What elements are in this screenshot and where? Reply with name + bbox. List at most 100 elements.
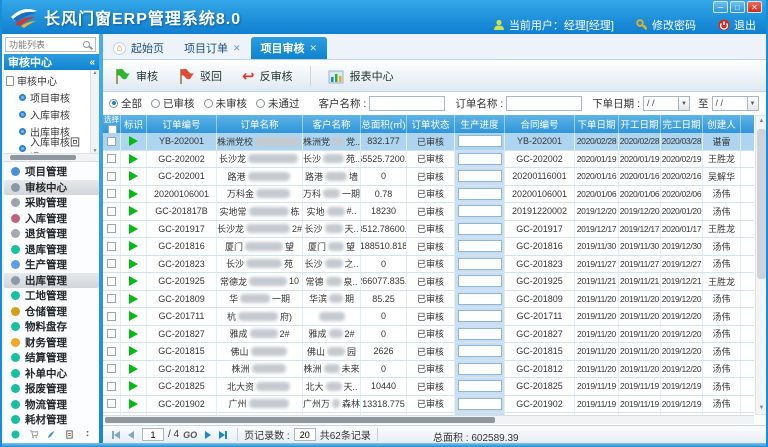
order-date-to-input[interactable]: / / [712,96,748,111]
row-checkbox[interactable] [107,189,116,198]
table-row[interactable]: GC-201809 华一期 华滨期 85.25 已审核 GC-201809 20… [103,291,754,309]
row-checkbox[interactable] [107,137,116,146]
tree-horizontal-scrollbar[interactable] [4,153,99,161]
row-checkbox[interactable] [107,224,116,233]
sidebar-item-财务管理[interactable]: 财务管理 [4,335,99,351]
column-header-标识[interactable]: 标识 [121,115,147,133]
unapprove-button[interactable]: ↩ 反审核 [239,65,296,87]
reject-button[interactable]: 驳回 [175,66,225,87]
tab-项目审核[interactable]: ⌂ 项目审核 ✕ [251,37,328,59]
table-row[interactable]: GC-201917 长沙龙2# 长沙天.. 8512.78600.. 已审核 G… [103,221,754,239]
order-name-input[interactable] [506,96,582,111]
calendar-dropdown-icon[interactable]: ▼ [748,96,759,111]
table-row[interactable]: YB-202001 株洲党校 株洲党党.. 832.177 已审核 YB-202… [103,133,754,151]
sidebar-item-补单中心[interactable]: 补单中心 [4,366,99,382]
change-password-button[interactable]: 修改密码 [636,17,696,33]
customer-name-input[interactable] [369,96,445,111]
sidebar-item-入库管理[interactable]: 入库管理 [4,211,99,227]
scrollbar-thumb[interactable] [757,129,766,279]
row-checkbox[interactable] [107,329,116,338]
row-checkbox[interactable] [107,312,116,321]
table-row[interactable]: GC-201825 北大资 北大天.. 10440 已审核 GC-201825 … [103,378,754,396]
table-row[interactable]: GC-202001 路港 路港墙 0 已审核 20200116001 2020/… [103,168,754,186]
page-size-input[interactable] [294,428,316,441]
tree-vertical-scrollbar[interactable]: ▲▼ [90,70,99,154]
column-header-订单编号[interactable]: 订单编号 [147,115,217,133]
table-row[interactable]: GC-201816 厦门望 厦门望 188510.818 已审核 GC-2018… [103,238,754,256]
column-header-生产进度[interactable]: 生产进度 [455,115,505,133]
row-checkbox[interactable] [107,207,116,216]
first-page-button[interactable] [112,431,120,439]
table-row[interactable]: GC-201823 长沙苑 长沙之.. 0 已审核 GC-201823 2019… [103,256,754,274]
sidebar-item-退库管理[interactable]: 退库管理 [4,242,99,258]
row-checkbox[interactable] [107,277,116,286]
table-row[interactable]: GC-201812 株洲 株洲未来 0 已审核 GC-201812 2019/1… [103,361,754,379]
calendar-dropdown-icon[interactable]: ▼ [679,96,690,111]
column-header-客户名称[interactable]: 客户名称 [303,115,361,133]
sidebar-item-结算管理[interactable]: 结算管理 [4,350,99,366]
sidebar-item-退货管理[interactable]: 退货管理 [4,226,99,242]
function-search-input[interactable] [6,40,83,50]
brush-icon[interactable] [47,430,56,439]
table-row[interactable]: GC-201817B 实地常栋 实地#.. 18230 已审核 20191220… [103,203,754,221]
table-row[interactable]: GC-201815 佛山 佛山园 2626 已审核 GC-201815 2019… [103,343,754,361]
row-checkbox[interactable] [107,399,116,408]
close-button[interactable]: ✕ [747,1,762,13]
sidebar-item-耗材管理[interactable]: 耗材管理 [4,412,99,428]
more-icon[interactable] [83,430,92,439]
select-all-checkbox[interactable] [108,125,117,133]
radio-已审核[interactable]: 已审核 [151,96,195,111]
order-date-from-input[interactable]: / / [643,96,679,111]
table-row[interactable]: GC-201711 杭府) 0 已审核 GC-201711 2019/11/20… [103,308,754,326]
column-header-选择[interactable]: 选择 [103,115,121,133]
circle-icon[interactable] [11,430,20,439]
column-header-合同编号[interactable]: 合同编号 [505,115,575,133]
column-header-下单日期[interactable]: 下单日期 [575,115,619,133]
radio-未审核[interactable]: 未审核 [204,96,248,111]
radio-全部[interactable]: 全部 [109,96,142,111]
row-checkbox[interactable] [107,364,116,373]
scroll-down-icon[interactable]: ▼ [756,403,767,414]
sidebar-item-物流管理[interactable]: 物流管理 [4,397,99,413]
radio-未通过[interactable]: 未通过 [256,96,300,111]
report-center-button[interactable]: 报表中心 [325,66,397,87]
tree-node[interactable]: 项目审核 [6,89,89,106]
sidebar-item-报废管理[interactable]: 报废管理 [4,381,99,397]
column-header-创建人[interactable]: 创建人 [703,115,741,133]
table-row[interactable]: GC-201902 广州 广州万森林 13318.775 已审核 GC-2019… [103,396,754,414]
column-header-订单名称[interactable]: 订单名称 [217,115,303,133]
cart-icon[interactable] [29,430,38,439]
row-checkbox[interactable] [107,154,116,163]
grid-vertical-scrollbar[interactable]: ▲ ▼ [755,115,768,415]
sidebar-item-出库管理[interactable]: 出库管理 [4,273,99,289]
sidebar-item-仓储管理[interactable]: 仓储管理 [4,304,99,320]
row-checkbox[interactable] [107,347,116,356]
row-checkbox[interactable] [107,259,116,268]
column-header-总面积(㎡)[interactable]: 总面积(㎡) [361,115,407,133]
column-header-开工日期[interactable]: 开工日期 [619,115,661,133]
scrollbar-thumb[interactable] [105,417,495,423]
column-header-订单状态[interactable]: 订单状态 [407,115,455,133]
tree-node[interactable]: 入库审核 [6,106,89,123]
page-number-input[interactable] [142,428,164,441]
report-icon[interactable] [65,430,74,439]
close-tab-icon[interactable]: ✕ [233,43,241,54]
column-header-完工日期[interactable]: 完工日期 [661,115,703,133]
table-row[interactable]: 20200106001 万科金 万科一期 0.78 已审核 2020010600… [103,186,754,204]
tab-项目订单[interactable]: ⌂ 项目订单 ✕ [174,37,251,59]
close-tab-icon[interactable]: ✕ [310,43,318,54]
minimize-button[interactable]: ─ [713,1,728,13]
row-checkbox[interactable] [107,382,116,391]
grid-horizontal-scrollbar[interactable] [103,415,754,424]
last-page-button[interactable] [219,431,227,439]
previous-page-button[interactable] [128,431,134,439]
tree-root-node[interactable]: 审核中心 [6,72,89,89]
next-page-button[interactable] [205,431,211,439]
sidebar-item-物料盘存[interactable]: 物料盘存 [4,319,99,335]
table-row[interactable]: GC-201925 常德龙10 常德泉.. 266077.835.. 已审核 G… [103,273,754,291]
row-checkbox[interactable] [107,172,116,181]
approve-button[interactable]: 审核 [111,66,161,87]
go-button[interactable]: GO [183,430,197,440]
maximize-button[interactable]: □ [730,1,745,13]
scroll-up-icon[interactable]: ▲ [756,116,767,127]
